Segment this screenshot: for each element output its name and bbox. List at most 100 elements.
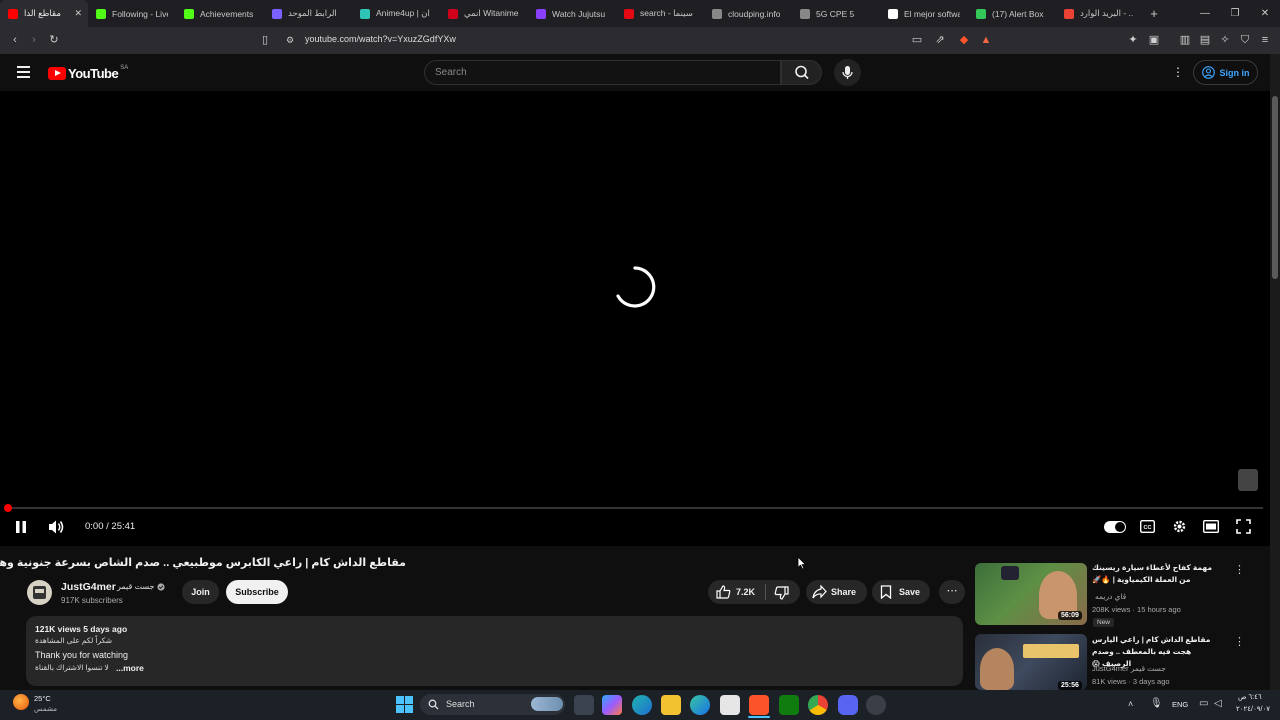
brave-browser-icon[interactable]	[749, 695, 769, 715]
clock-time[interactable]: ٦:٤٦ ص	[1238, 693, 1262, 701]
chrome-icon[interactable]	[808, 695, 828, 715]
settings-gear-icon[interactable]	[1172, 519, 1187, 534]
browser-tab[interactable]: البريد الوارد - ..	[1056, 0, 1144, 27]
wallet-icon[interactable]: ▣	[1148, 34, 1160, 46]
youtube-play-icon	[48, 67, 66, 80]
autoplay-toggle[interactable]	[1104, 521, 1126, 533]
browser-tab[interactable]: مقاطع الدا ✕	[0, 0, 88, 27]
edge-icon[interactable]	[632, 695, 652, 715]
channel-watermark[interactable]	[1238, 469, 1258, 491]
more-actions-button[interactable]: ⋯	[939, 580, 965, 604]
pause-icon[interactable]	[14, 520, 28, 534]
subscriber-count: 917K subscribers	[61, 596, 123, 605]
tab-search-icon[interactable]: ▤	[1199, 34, 1211, 46]
recommendation-title[interactable]: مهمة كفاح لأعطاء سيارة ريسينك من العملة …	[1092, 562, 1218, 586]
recommendation-menu-icon[interactable]: ⋮	[1234, 635, 1245, 648]
theater-mode-icon[interactable]	[1203, 520, 1219, 533]
weather-temperature[interactable]: 25°C	[34, 694, 51, 703]
join-button[interactable]: Join	[182, 580, 219, 604]
browser-tab[interactable]: الرابط الموحد	[264, 0, 352, 27]
copilot-icon[interactable]	[602, 695, 622, 715]
discord-icon[interactable]	[838, 695, 858, 715]
cinema-icon	[624, 8, 634, 19]
recommendation-channel[interactable]: ڤاي دريمه	[1095, 592, 1126, 601]
sidebar-icon[interactable]: ▥	[1179, 34, 1191, 46]
scrollbar-thumb[interactable]	[1272, 96, 1278, 279]
new-tab-icon[interactable]: +	[1144, 6, 1164, 21]
bookmark-icon[interactable]: ▯	[259, 34, 271, 46]
forward-icon[interactable]: ›	[28, 34, 40, 46]
recommendation-channel[interactable]: JustG4mer جست قيمر	[1092, 664, 1166, 673]
windows-start-icon[interactable]	[396, 696, 413, 713]
progress-bar[interactable]	[8, 507, 1263, 509]
leo-ai-icon[interactable]: ✧	[1219, 34, 1231, 46]
progress-scrubber[interactable]	[4, 504, 12, 512]
browser-tab-title: انمي Witanime	[464, 8, 519, 18]
browser-tab[interactable]: Achievements	[176, 0, 264, 27]
minimize-icon[interactable]: —	[1190, 0, 1220, 27]
description-more-link[interactable]: ...more	[116, 663, 144, 673]
captions-icon[interactable]: CC	[1140, 520, 1155, 533]
sign-in-button[interactable]: Sign in	[1193, 60, 1258, 85]
extensions-icon[interactable]: ✦	[1127, 34, 1139, 46]
close-tab-icon[interactable]: ✕	[74, 8, 82, 19]
dislike-icon[interactable]	[774, 586, 789, 600]
microphone-tray-icon[interactable]: 🎙	[1150, 698, 1163, 709]
show-hidden-icons-icon[interactable]: ˄	[1128, 699, 1133, 709]
volume-icon[interactable]	[48, 519, 65, 535]
url-field[interactable]: youtube.com/watch?v=YxuzZGdfYXw	[305, 34, 456, 44]
browser-tab-title: Anime4up | ان	[376, 8, 430, 18]
network-icon[interactable]: ▭	[1199, 698, 1208, 709]
channel-name-arabic[interactable]: جست قيمر	[117, 582, 154, 591]
fullscreen-icon[interactable]	[1236, 519, 1251, 534]
clock-date[interactable]: ٢٠٢٤/٠٩/٠٧	[1236, 705, 1270, 713]
browser-tab[interactable]: Following - Live	[88, 0, 176, 27]
close-window-icon[interactable]: ✕	[1250, 0, 1280, 27]
browser-tab[interactable]: El mejor softwa	[880, 0, 968, 27]
vpn-icon[interactable]: ⛉	[1239, 34, 1251, 46]
maximize-icon[interactable]: ❐	[1220, 0, 1250, 27]
description-meta: 121K views 5 days ago	[35, 624, 128, 634]
recommendation-menu-icon[interactable]: ⋮	[1234, 563, 1245, 576]
hamburger-menu-icon[interactable]	[17, 66, 30, 78]
speaker-icon[interactable]: ◁	[1214, 698, 1222, 709]
back-icon[interactable]: ‹	[9, 34, 21, 46]
channel-avatar[interactable]	[27, 580, 52, 605]
video-duration: 56:09	[1058, 611, 1082, 620]
browser-tab[interactable]: cloudping.info	[704, 0, 792, 27]
browser-tab[interactable]: انمي Witanime	[440, 0, 528, 27]
search-input[interactable]: Search	[424, 60, 781, 85]
sign-in-label: Sign in	[1219, 67, 1250, 78]
reload-icon[interactable]: ↻	[48, 34, 60, 46]
share-page-icon[interactable]: ⇗	[934, 34, 946, 46]
app-icon[interactable]	[866, 695, 886, 715]
weather-description[interactable]: مشمس	[34, 705, 57, 713]
browser-tab[interactable]: Watch Jujutsu	[528, 0, 616, 27]
cast-icon[interactable]: ▭	[911, 34, 923, 46]
browser-menu-icon[interactable]: ≡	[1259, 34, 1271, 46]
task-view-icon[interactable]	[574, 695, 594, 715]
search-button[interactable]	[781, 60, 822, 85]
xbox-icon[interactable]	[779, 695, 799, 715]
browser-tab[interactable]: Anime4up | ان	[352, 0, 440, 27]
edge-dev-icon[interactable]	[690, 695, 710, 715]
video-player[interactable]	[0, 91, 1270, 546]
settings-more-icon[interactable]: ⋮	[1172, 64, 1184, 80]
microsoft-store-icon[interactable]	[720, 695, 740, 715]
channel-name[interactable]: JustG4mer	[61, 581, 116, 593]
input-language[interactable]: ENG	[1172, 700, 1188, 709]
subscribe-button[interactable]: Subscribe	[226, 580, 288, 604]
like-icon[interactable]	[716, 585, 731, 599]
brave-shields-icon[interactable]: ◆	[958, 34, 970, 46]
youtube-logo[interactable]: YouTube SA	[48, 65, 128, 81]
voice-search-button[interactable]	[834, 59, 861, 86]
browser-tab[interactable]: (17) Alert Box	[968, 0, 1056, 27]
browser-tab[interactable]: search - سينما	[616, 0, 704, 27]
file-explorer-icon[interactable]	[661, 695, 681, 715]
site-info-icon[interactable]: ⚙	[284, 34, 296, 46]
like-count[interactable]: 7.2K	[736, 587, 755, 597]
brave-rewards-icon[interactable]: ▲	[980, 34, 992, 46]
description-box[interactable]	[26, 616, 963, 686]
weather-icon[interactable]	[13, 694, 29, 710]
browser-tab[interactable]: 5G CPE 5	[792, 0, 880, 27]
